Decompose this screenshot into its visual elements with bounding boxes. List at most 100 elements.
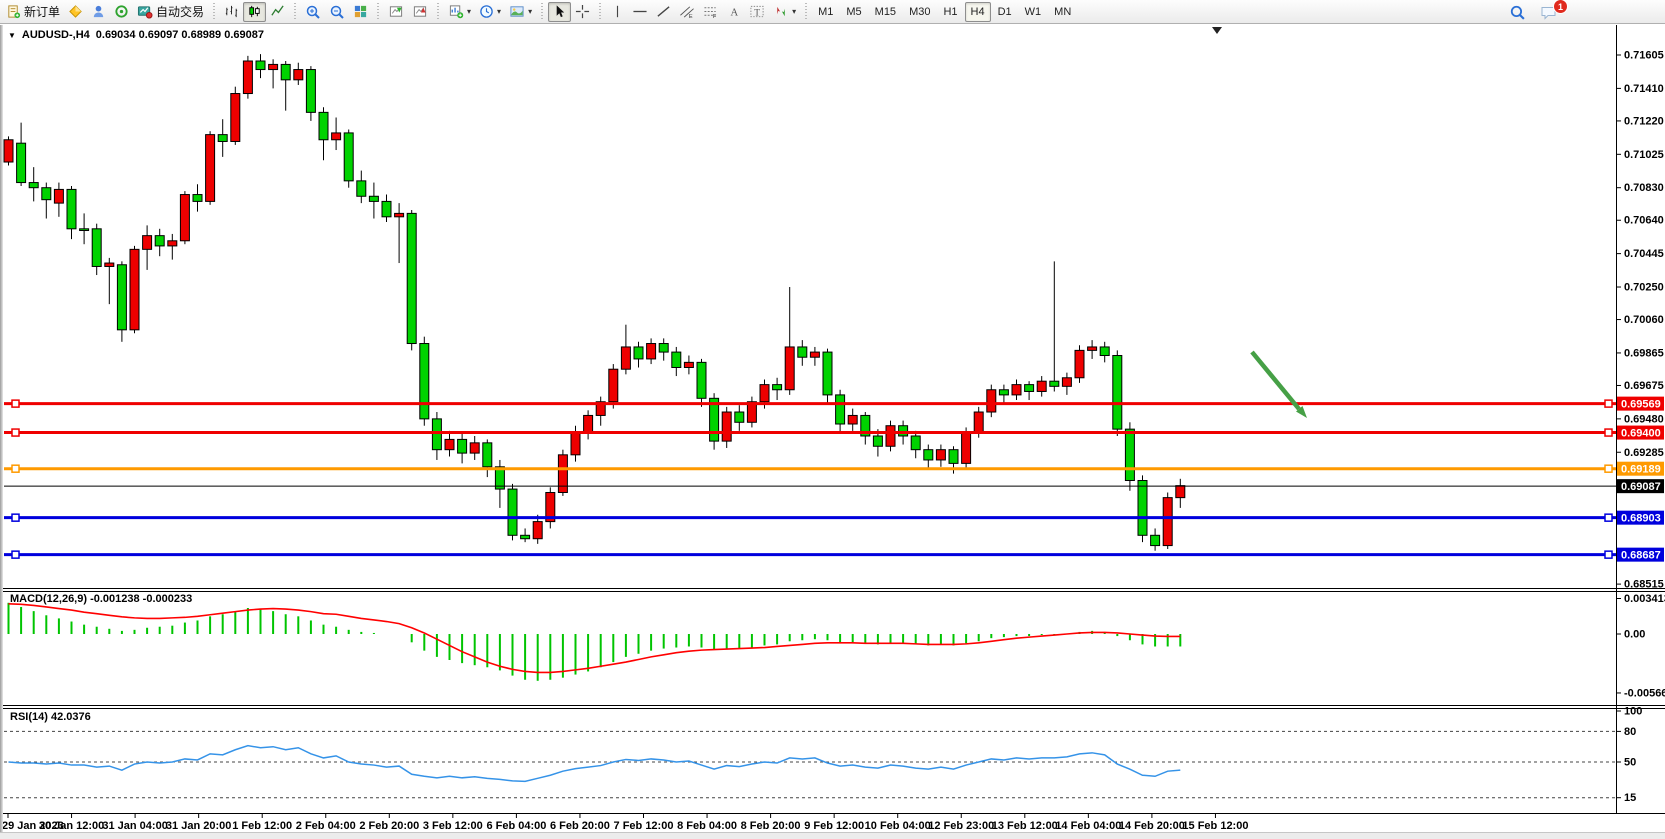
time-axis-label: 6 Feb 20:00 — [550, 820, 610, 832]
search-button[interactable] — [1505, 2, 1530, 22]
time-axis-label: 15 Feb 12:00 — [1182, 820, 1248, 832]
trendline-button[interactable] — [652, 2, 675, 22]
price-axis-label: 0.71605 — [1624, 50, 1664, 62]
hline-handle[interactable] — [1605, 400, 1612, 407]
crosshair-button[interactable] — [571, 2, 594, 22]
candle — [420, 337, 429, 426]
hline-level[interactable]: 0.69087 — [4, 479, 1664, 493]
candle — [294, 63, 303, 85]
macd-axis-label: -0.005669 — [1624, 687, 1665, 699]
trendline-icon — [656, 4, 671, 19]
hline-handle[interactable] — [12, 400, 19, 407]
candlestick-chart-button[interactable] — [243, 2, 266, 22]
hline-handle[interactable] — [12, 465, 19, 472]
bar-chart-icon — [224, 4, 239, 19]
horizontal-line-button[interactable] — [628, 2, 652, 22]
time-axis-label: 1 Feb 12:00 — [232, 820, 292, 832]
zoom-in-button[interactable] — [301, 2, 325, 22]
zoom-out-button[interactable] — [325, 2, 349, 22]
fibonacci-button[interactable]: F — [699, 2, 723, 22]
market-watch-button[interactable] — [64, 2, 87, 22]
candle — [798, 340, 807, 366]
auto-arrange-button[interactable] — [384, 2, 408, 22]
candle — [836, 390, 845, 433]
timeframe-D1[interactable]: D1 — [992, 2, 1018, 22]
macd-axis-label: 0.003413 — [1624, 593, 1665, 605]
timeframe-MN[interactable]: MN — [1048, 2, 1077, 22]
hline-handle[interactable] — [1605, 465, 1612, 472]
template-button[interactable]: ▾ — [505, 2, 536, 22]
line-chart-icon — [270, 4, 285, 19]
svg-text:E: E — [689, 14, 693, 19]
candle — [684, 356, 693, 375]
candle — [647, 338, 656, 364]
chart-canvas[interactable]: 1008050150.0034130.00-0.0056690.716050.7… — [0, 0, 1665, 838]
hline-level[interactable]: 0.68687 — [4, 548, 1664, 562]
trend-arrow[interactable] — [1252, 352, 1307, 418]
price-axis-label: 0.70640 — [1624, 215, 1664, 227]
tile-windows-button[interactable] — [349, 2, 372, 22]
crosshair-icon — [575, 4, 590, 19]
timeframe-W1[interactable]: W1 — [1019, 2, 1048, 22]
equidistant-channel-button[interactable]: E — [675, 2, 699, 22]
candle — [1151, 528, 1160, 550]
timeframe-M30[interactable]: M30 — [903, 2, 936, 22]
timeframe-H1[interactable]: H1 — [937, 2, 963, 22]
window-left-border — [0, 25, 3, 838]
hline-level[interactable]: 0.69400 — [4, 426, 1664, 440]
chart-shift-marker[interactable] — [1212, 27, 1222, 34]
price-axis-label: 0.69865 — [1624, 347, 1664, 359]
period-button[interactable]: ▾ — [475, 2, 505, 22]
hline-handle[interactable] — [12, 429, 19, 436]
candle — [558, 450, 567, 496]
text-button[interactable]: A — [723, 2, 745, 22]
candle — [105, 258, 114, 304]
candle — [281, 61, 290, 111]
notifications-button[interactable]: 1 — [1536, 2, 1562, 22]
price-tag-label: 0.69400 — [1621, 428, 1661, 440]
hline-handle[interactable] — [1605, 551, 1612, 558]
arrows-button[interactable]: ▾ — [769, 2, 800, 22]
vertical-line-button[interactable] — [606, 2, 628, 22]
chart-menu-caret[interactable]: ▼ — [8, 31, 16, 40]
candle — [269, 59, 278, 88]
price-axis-label: 0.70445 — [1624, 248, 1664, 260]
new-order-button[interactable]: 新订单 — [2, 2, 64, 22]
sounds-button[interactable] — [110, 2, 133, 22]
price-axis-label: 0.69285 — [1624, 447, 1664, 459]
time-axis-label: 14 Feb 04:00 — [1055, 820, 1121, 832]
text-label-button[interactable]: T — [745, 2, 769, 22]
svg-text:F: F — [713, 14, 717, 19]
bar-chart-button[interactable] — [220, 2, 243, 22]
cursor-button[interactable] — [548, 2, 571, 22]
data-window-button[interactable] — [87, 2, 110, 22]
chart-shift-button[interactable] — [408, 2, 432, 22]
hline-handle[interactable] — [12, 514, 19, 521]
hline-level[interactable]: 0.69569 — [4, 397, 1664, 411]
autotrading-icon — [137, 4, 153, 19]
autotrading-button[interactable]: 自动交易 — [133, 2, 208, 22]
candle — [1163, 492, 1172, 549]
timeframe-group: M1M5M15M30H1H4D1W1MN — [812, 2, 1077, 22]
line-chart-button[interactable] — [266, 2, 289, 22]
toolbar-separator — [435, 3, 441, 21]
dropdown-caret: ▾ — [792, 8, 796, 16]
cursor-icon — [552, 4, 567, 19]
hline-level[interactable]: 0.69189 — [4, 462, 1664, 476]
candle — [445, 431, 454, 457]
price-tag-label: 0.68903 — [1621, 513, 1661, 525]
hline-level[interactable]: 0.68903 — [4, 511, 1664, 525]
timeframe-H4[interactable]: H4 — [965, 2, 991, 22]
timeframe-M1[interactable]: M1 — [812, 2, 839, 22]
new-chart-button[interactable]: ▾ — [444, 2, 475, 22]
timeframe-M5[interactable]: M5 — [840, 2, 867, 22]
arrange-down-icon — [412, 4, 428, 19]
timeframe-M15[interactable]: M15 — [869, 2, 902, 22]
hline-handle[interactable] — [1605, 429, 1612, 436]
hline-handle[interactable] — [12, 551, 19, 558]
candle — [206, 131, 215, 205]
time-axis-label: 3 Feb 12:00 — [423, 820, 483, 832]
candle — [508, 484, 517, 541]
candle — [810, 347, 819, 366]
hline-handle[interactable] — [1605, 514, 1612, 521]
